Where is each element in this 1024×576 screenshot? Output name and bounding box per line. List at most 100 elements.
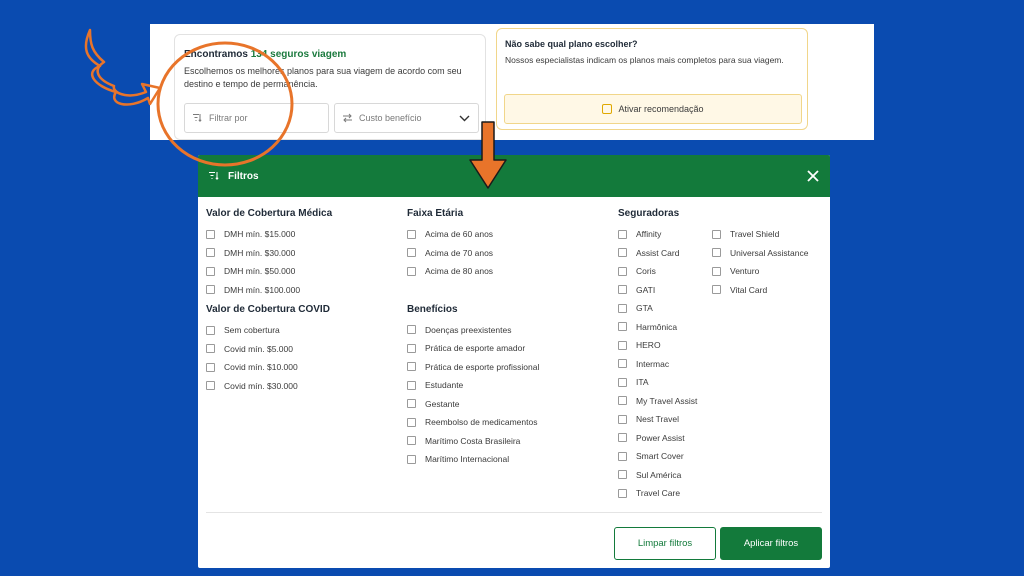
checkbox[interactable] [407,266,416,276]
section-title-covid: Valor de Cobertura COVID [206,304,330,315]
checkbox[interactable] [712,285,721,295]
checkbox[interactable] [618,229,627,239]
checkbox[interactable] [712,248,721,258]
filter-option[interactable]: Prática de esporte amador [407,339,539,358]
checkbox[interactable] [618,359,627,369]
filter-option[interactable]: Covid mín. $5.000 [206,340,332,359]
filter-option[interactable]: Coris [618,262,697,281]
checkbox[interactable] [407,380,416,390]
filter-option[interactable]: Sul América [618,466,697,485]
checkbox[interactable] [618,414,627,424]
checkbox[interactable] [206,229,215,239]
checkbox[interactable] [618,470,627,480]
filter-option[interactable]: GTA [618,299,697,318]
checkbox[interactable] [407,325,416,335]
filter-option[interactable]: Acima de 80 anos [407,262,539,281]
filter-option[interactable]: Acima de 70 anos [407,244,539,263]
recommendation-checkbox[interactable] [602,104,613,114]
checkbox[interactable] [618,266,627,276]
filter-option[interactable]: Sem cobertura [206,321,332,340]
filter-option[interactable]: My Travel Assist [618,392,697,411]
filters-column-insurers: Seguradoras Affinity Assist Card Coris GATI… [618,207,697,503]
filter-option-label: Prática de esporte amador [425,343,526,354]
checkbox[interactable] [618,451,627,461]
checkbox[interactable] [407,248,416,258]
checkbox[interactable] [618,340,627,350]
sort-icon [343,113,352,123]
checkbox[interactable] [206,362,215,372]
checkbox[interactable] [712,229,721,239]
filters-modal-body: Valor de Cobertura Médica DMH mín. $15.0… [198,197,830,512]
filter-option[interactable]: Vital Card [712,281,808,300]
checkbox[interactable] [407,417,416,427]
filter-option[interactable]: Covid mín. $10.000 [206,358,332,377]
filter-option-label: Travel Care [636,488,681,499]
sort-select-label: Custo benefício [359,113,422,123]
filter-option[interactable]: DMH mín. $15.000 [206,225,332,244]
checkbox[interactable] [206,248,215,258]
filter-option[interactable]: Harmônica [618,318,697,337]
filter-option[interactable]: Doenças preexistentes [407,321,539,340]
checkbox[interactable] [407,399,416,409]
checkbox[interactable] [618,285,627,295]
checkbox[interactable] [618,488,627,498]
filter-option[interactable]: Smart Cover [618,447,697,466]
results-header-panel: Encontramos 134 seguros viagem Escolhemo… [150,24,874,140]
filter-option[interactable]: Nest Travel [618,410,697,429]
filter-option[interactable]: Acima de 60 anos [407,225,539,244]
checkbox[interactable] [618,303,627,313]
benefit-options: Doenças preexistentes Prática de esporte … [407,321,539,469]
checkbox[interactable] [618,433,627,443]
section-title-benefits: Benefícios [407,303,458,315]
filter-option[interactable]: HERO [618,336,697,355]
filter-button[interactable]: Filtrar por [184,103,329,133]
checkbox[interactable] [206,344,215,354]
clear-filters-button[interactable]: Limpar filtros [614,527,716,560]
filter-option[interactable]: Power Assist [618,429,697,448]
checkbox[interactable] [407,454,416,464]
filter-option[interactable]: Estudante [407,376,539,395]
filter-option-label: Gestante [425,398,460,409]
filter-option[interactable]: Covid mín. $30.000 [206,377,332,396]
checkbox[interactable] [618,377,627,387]
footer-divider [206,512,822,513]
checkbox[interactable] [407,436,416,446]
filter-option[interactable]: Universal Assistance [712,244,808,263]
results-count: 134 seguros viagem [250,49,347,60]
checkbox[interactable] [712,266,721,276]
checkbox[interactable] [618,248,627,258]
section-title-insurers: Seguradoras [618,208,680,219]
filter-option[interactable]: DMH mín. $100.000 [206,281,332,300]
filter-option[interactable]: Marítimo Costa Brasileira [407,432,539,451]
apply-filters-button[interactable]: Aplicar filtros [720,527,822,560]
filter-option[interactable]: Assist Card [618,244,697,263]
filter-option[interactable]: Intermac [618,355,697,374]
checkbox[interactable] [407,343,416,353]
filter-option[interactable]: Reembolso de medicamentos [407,413,539,432]
filter-option[interactable]: DMH mín. $30.000 [206,244,332,263]
checkbox[interactable] [618,322,627,332]
results-summary-card: Encontramos 134 seguros viagem Escolhemo… [174,34,486,140]
checkbox[interactable] [407,362,416,372]
checkbox[interactable] [618,396,627,406]
filter-option[interactable]: ITA [618,373,697,392]
filter-option[interactable]: Prática de esporte profissional [407,358,539,377]
filter-option[interactable]: DMH mín. $50.000 [206,262,332,281]
filter-option[interactable]: Affinity [618,225,697,244]
checkbox[interactable] [407,229,416,239]
filter-option[interactable]: Gestante [407,395,539,414]
checkbox[interactable] [206,381,215,391]
filter-option[interactable]: Travel Care [618,484,697,503]
filter-option[interactable]: Travel Shield [712,225,808,244]
close-button[interactable] [804,167,822,185]
activate-recommendation-button[interactable]: Ativar recomendação [504,94,802,124]
filter-option-label: Travel Shield [730,229,780,240]
sort-select[interactable]: Custo benefício [334,103,479,133]
checkbox[interactable] [206,266,215,276]
filter-option[interactable]: GATI [618,281,697,300]
checkbox[interactable] [206,325,215,335]
checkbox[interactable] [206,285,215,295]
age-options: Acima de 60 anos Acima de 70 anos Acima de… [407,225,539,281]
filter-option[interactable]: Marítimo Internacional [407,450,539,469]
filter-option[interactable]: Venturo [712,262,808,281]
